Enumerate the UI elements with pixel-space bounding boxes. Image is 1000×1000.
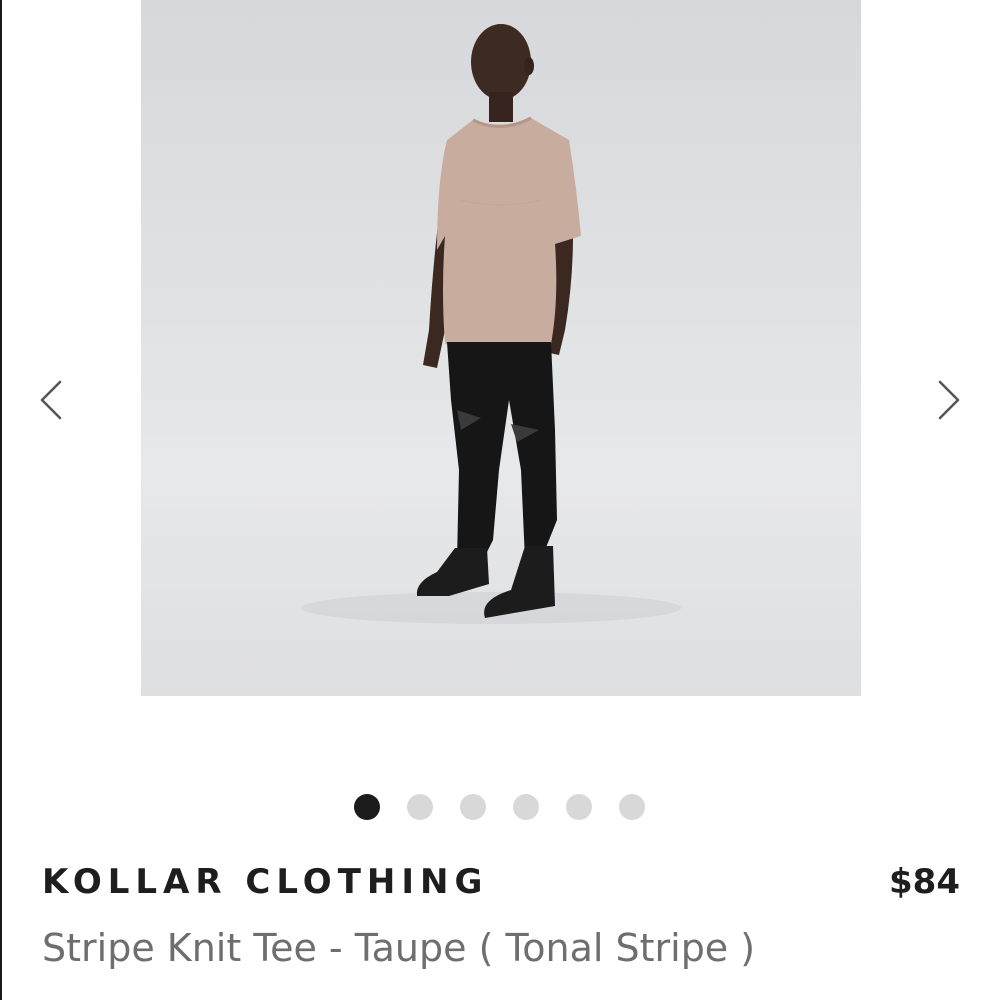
chevron-left-icon	[40, 380, 62, 420]
carousel-dot-4[interactable]	[513, 794, 539, 820]
previous-image-button[interactable]	[30, 378, 74, 422]
carousel-dot-6[interactable]	[619, 794, 645, 820]
product-price: $84	[889, 862, 960, 902]
carousel-dot-1[interactable]	[354, 794, 380, 820]
carousel-dot-2[interactable]	[407, 794, 433, 820]
left-edge-divider	[0, 0, 2, 1000]
next-image-button[interactable]	[926, 378, 970, 422]
chevron-right-icon	[938, 380, 960, 420]
product-image[interactable]	[141, 0, 861, 696]
model-photo	[301, 24, 681, 624]
carousel-dot-3[interactable]	[460, 794, 486, 820]
carousel-dot-5[interactable]	[566, 794, 592, 820]
brand-name[interactable]: KOLLAR CLOTHING	[42, 862, 488, 902]
product-page: KOLLAR CLOTHING $84 Stripe Knit Tee - Ta…	[0, 0, 1000, 1000]
product-title: Stripe Knit Tee - Taupe ( Tonal Stripe )	[42, 926, 756, 970]
carousel-pagination	[354, 794, 645, 822]
